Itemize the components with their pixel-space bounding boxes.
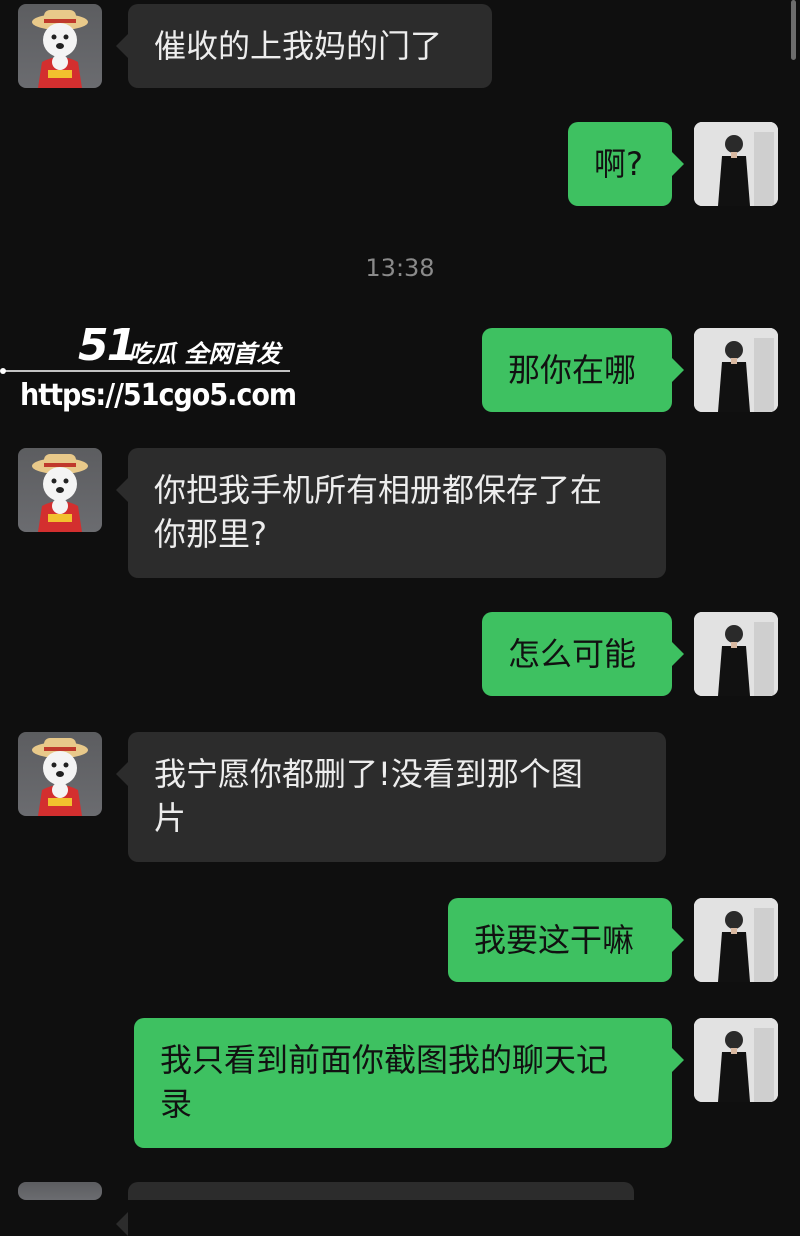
man-avatar-image xyxy=(694,122,778,206)
message-bubble[interactable]: 我要这干嘛 xyxy=(448,898,684,982)
dog-avatar[interactable] xyxy=(18,1182,102,1200)
watermark: 51 吃瓜 全网首发 https://51cgo5.com xyxy=(0,312,300,422)
message-text: 片 xyxy=(154,799,187,837)
man-avatar[interactable] xyxy=(694,612,778,696)
message-bubble[interactable]: 催收的上我妈的门了 xyxy=(116,4,492,88)
message-text: 你把我手机所有相册都保存了在 xyxy=(154,471,603,509)
man-avatar-image xyxy=(694,328,778,412)
dog-avatar-image xyxy=(32,738,88,816)
watermark-title: 吃瓜 全网首发 xyxy=(128,340,281,368)
chat-view[interactable]: 催收的上我妈的门了 啊? 13:38 51 吃瓜 全网首发 https://51… xyxy=(0,0,800,1236)
message-bubble[interactable]: 我宁愿你都删了!没看到那个图 片 xyxy=(116,732,666,862)
watermark-url: https://51cgo5.com xyxy=(20,378,297,413)
dog-avatar[interactable] xyxy=(18,4,102,88)
message-text: 我宁愿你都删了!没看到那个图 xyxy=(154,755,583,793)
dog-avatar[interactable] xyxy=(18,732,102,816)
message-bubble[interactable]: 那你在哪 xyxy=(482,328,684,412)
message-text: 你那里? xyxy=(154,515,267,553)
message-bubble[interactable]: 怎么可能 xyxy=(482,612,684,696)
message-text: 录 xyxy=(160,1085,193,1123)
message-text: 怎么可能 xyxy=(508,635,637,673)
scrollbar[interactable] xyxy=(791,0,796,60)
message-text: 催收的上我妈的门了 xyxy=(154,27,443,65)
man-avatar[interactable] xyxy=(694,328,778,412)
dog-avatar-image xyxy=(32,454,88,532)
man-avatar-image xyxy=(694,612,778,696)
message-text: 啊? xyxy=(594,145,643,183)
man-avatar[interactable] xyxy=(694,1018,778,1102)
man-avatar-image xyxy=(694,1018,778,1102)
man-avatar[interactable] xyxy=(694,898,778,982)
dog-avatar-image xyxy=(32,10,88,88)
message-text: 我只看到前面你截图我的聊天记 xyxy=(160,1041,609,1079)
man-avatar[interactable] xyxy=(694,122,778,206)
man-avatar-image xyxy=(694,898,778,982)
message-text: 我要这干嘛 xyxy=(474,921,635,959)
message-text: 那你在哪 xyxy=(508,351,637,389)
timestamp: 13:38 xyxy=(365,254,435,282)
message-bubble[interactable]: 我只看到前面你截图我的聊天记 录 xyxy=(134,1018,684,1148)
message-bubble[interactable] xyxy=(116,1182,634,1236)
message-bubble[interactable]: 啊? xyxy=(568,122,684,206)
dog-avatar[interactable] xyxy=(18,448,102,532)
message-bubble[interactable]: 你把我手机所有相册都保存了在 你那里? xyxy=(116,448,666,578)
watermark-logo: 51 xyxy=(78,320,137,371)
